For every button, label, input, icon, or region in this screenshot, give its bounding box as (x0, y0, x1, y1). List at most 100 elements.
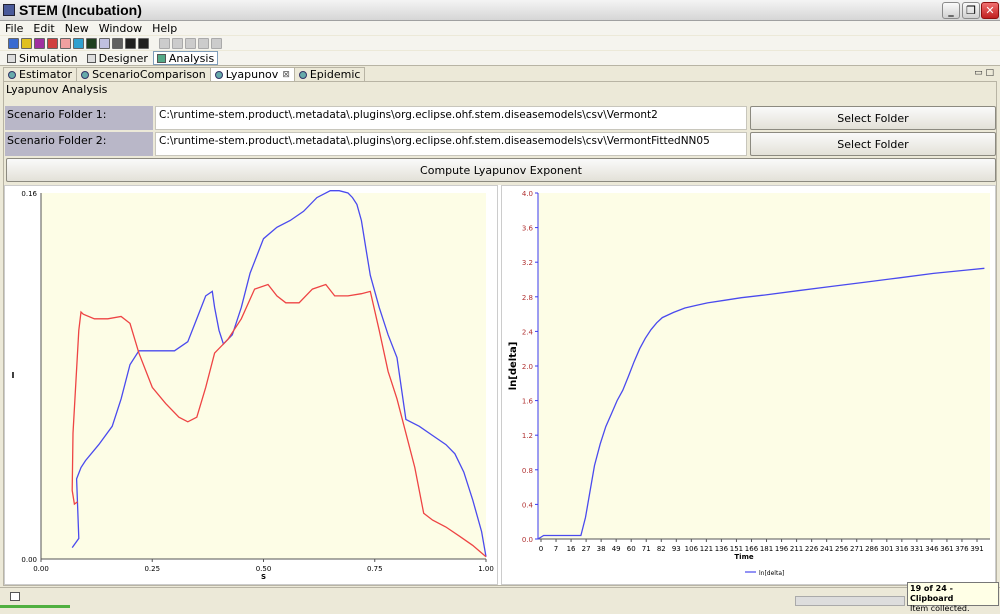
clipboard-text: Item collected. (910, 604, 970, 613)
y-tick-label: 0.4 (522, 501, 534, 509)
perspective-designer[interactable]: Designer (83, 51, 152, 65)
close-button[interactable]: ✕ (981, 2, 999, 19)
scenario-folder-2-path[interactable]: C:\runtime-stem.product\.metadata\.plugi… (155, 132, 747, 156)
reset-icon[interactable] (198, 37, 209, 49)
menu-new[interactable]: New (60, 22, 94, 35)
clipboard-notification[interactable]: 19 of 24 - Clipboard Item collected. (907, 582, 999, 613)
x-tick-label: 361 (940, 545, 953, 553)
panel-title: Lyapunov Analysis (6, 83, 108, 96)
lyapunov-plot-svg: 0.0 0.4 0.8 1.2 1.6 2.0 2.4 2.8 3.2 3.6 4.0 0 7 16 27 3… (508, 190, 990, 577)
menu-help[interactable]: Help (147, 22, 182, 35)
scenario-folder-2-row: Scenario Folder 2: C:\runtime-stem.produ… (5, 132, 996, 156)
scenario-folder-1-path[interactable]: C:\runtime-stem.product\.metadata\.plugi… (155, 106, 747, 130)
scenario-icon[interactable] (99, 37, 110, 49)
x-axis-label: S (261, 573, 266, 581)
move-icon[interactable] (73, 37, 84, 49)
play-icon[interactable] (159, 37, 170, 49)
y-tick-label: 0.16 (21, 190, 37, 198)
stop-icon[interactable] (211, 37, 222, 49)
minimize-button[interactable]: _ (942, 2, 960, 19)
menu-bar: File Edit New Window Help (0, 21, 1000, 35)
tab-label: Epidemic (309, 68, 361, 81)
menu-edit[interactable]: Edit (28, 22, 59, 35)
x-tick-label: 151 (730, 545, 743, 553)
y-tick-label: 3.2 (522, 259, 533, 267)
x-tick-label: 93 (672, 545, 681, 553)
tab-scenario-comparison[interactable]: ScenarioComparison (76, 67, 211, 81)
x-tick-label: 136 (715, 545, 729, 553)
clipboard-title: 19 of 24 - Clipboard (910, 584, 954, 603)
tab-lyapunov[interactable]: Lyapunov ⊠ (209, 67, 295, 81)
step-icon[interactable] (185, 37, 196, 49)
x-tick-label: 0.25 (144, 565, 160, 573)
x-tick-label: 271 (850, 545, 863, 553)
restore-button[interactable]: ❐ (962, 2, 980, 19)
maximize-view-icon[interactable]: □ (985, 68, 994, 78)
y-tick-label: 4.0 (522, 190, 533, 198)
menu-file[interactable]: File (0, 22, 28, 35)
lyapunov-icon (214, 70, 223, 79)
settings-icon[interactable] (112, 37, 123, 49)
window-title: STEM (Incubation) (19, 2, 142, 18)
x-tick-label: 181 (760, 545, 773, 553)
x-tick-label: 226 (805, 545, 819, 553)
perspective-label: Analysis (168, 51, 215, 65)
perspective-label: Simulation (19, 51, 78, 65)
time-icon[interactable] (125, 37, 136, 49)
y-tick-label: 2.4 (522, 328, 534, 336)
x-tick-label: 1.00 (478, 565, 494, 573)
x-tick-label: 0.50 (256, 565, 272, 573)
scenario-folder-1-row: Scenario Folder 1: C:\runtime-stem.produ… (5, 106, 996, 130)
x-tick-label: 82 (657, 545, 666, 553)
plot-background (41, 193, 486, 559)
x-tick-label: 16 (567, 545, 576, 553)
x-tick-label: 0.75 (367, 565, 383, 573)
map-view-icon[interactable] (8, 37, 19, 49)
legend-label: ln[delta] (759, 570, 784, 577)
perspective-simulation[interactable]: Simulation (3, 51, 82, 65)
x-tick-label: 286 (865, 545, 879, 553)
select-folder-2-button[interactable]: Select Folder (750, 132, 996, 156)
recorder-icon[interactable] (47, 37, 58, 49)
job-progress-bar (795, 596, 905, 606)
y-tick-label: 2.8 (522, 294, 533, 302)
chart-area: 0.00 0.25 0.50 0.75 1.00 0.00 0.16 S I 0.0 0.4 0.8… (4, 185, 996, 585)
y-tick-label: 1.2 (522, 432, 533, 440)
y-tick-label: 0.00 (21, 556, 37, 564)
clock-icon[interactable] (60, 37, 71, 49)
tab-close-icon[interactable]: ⊠ (282, 70, 290, 80)
compute-lyapunov-button[interactable]: Compute Lyapunov Exponent (6, 158, 996, 182)
tab-epidemic[interactable]: Epidemic (293, 67, 366, 81)
menu-window[interactable]: Window (94, 22, 147, 35)
fast-view-icon[interactable] (10, 592, 20, 601)
x-tick-label: 256 (835, 545, 849, 553)
graph-icon[interactable] (34, 37, 45, 49)
main-toolbar (0, 36, 1000, 50)
perspective-label: Designer (98, 51, 148, 65)
pause-icon[interactable] (172, 37, 183, 49)
x-tick-label: 60 (627, 545, 636, 553)
scenario-comparison-icon (81, 70, 90, 79)
x-tick-label: 71 (642, 545, 651, 553)
plot-background (538, 193, 990, 539)
x-tick-label: 121 (700, 545, 713, 553)
x-tick-label: 346 (925, 545, 939, 553)
x-tick-label: 38 (597, 545, 606, 553)
phase-plot: 0.00 0.25 0.50 0.75 1.00 0.00 0.16 S I (4, 185, 498, 585)
y-tick-label: 0.8 (522, 467, 533, 475)
tab-label: ScenarioComparison (92, 68, 206, 81)
minimize-view-icon[interactable]: ▭ (974, 68, 983, 78)
scenario-folder-2-label: Scenario Folder 2: (5, 132, 153, 156)
x-tick-label: 0 (539, 545, 543, 553)
x-tick-label: 301 (880, 545, 893, 553)
epidemic-icon (298, 70, 307, 79)
table-icon[interactable] (138, 37, 149, 49)
x-axis-label: Time (734, 553, 753, 561)
scenario-folder-1-label: Scenario Folder 1: (5, 106, 153, 130)
chart-icon[interactable] (21, 37, 32, 49)
perspective-analysis[interactable]: Analysis (152, 51, 219, 65)
tab-estimator[interactable]: Estimator (3, 67, 78, 81)
y-tick-label: 0.0 (522, 536, 533, 544)
grid-icon[interactable] (86, 37, 97, 49)
select-folder-1-button[interactable]: Select Folder (750, 106, 996, 130)
